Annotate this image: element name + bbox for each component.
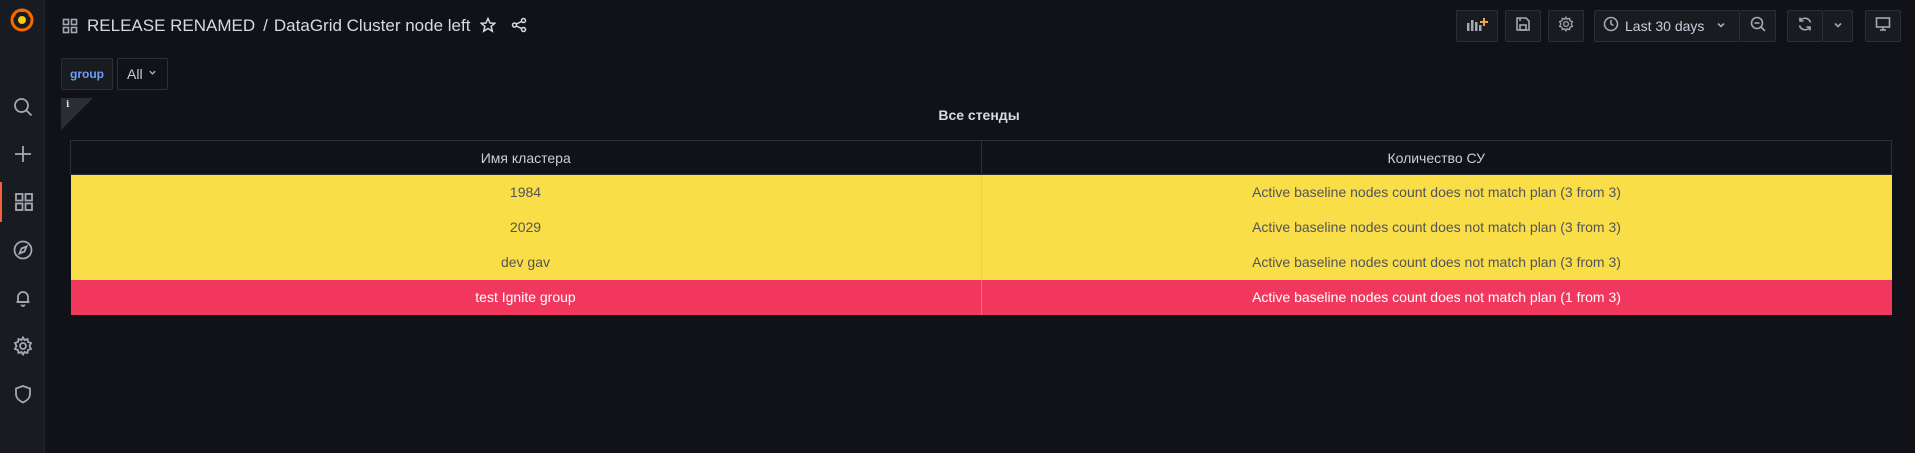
tv-mode-button[interactable]	[1865, 10, 1901, 42]
table-header-row: Имя кластера Количество СУ	[70, 140, 1892, 175]
time-range-label: Last 30 days	[1625, 18, 1705, 34]
top-bar: RELEASE RENAMED / DataGrid Cluster node le…	[45, 0, 1915, 52]
dashboard-title[interactable]: DataGrid Cluster node left	[274, 16, 471, 35]
variable-bar: group All	[61, 58, 168, 90]
dashboard-grid-icon	[62, 18, 78, 39]
save-dashboard-button[interactable]	[1505, 10, 1541, 42]
alerting-bell-icon[interactable]	[0, 278, 45, 318]
side-nav	[0, 0, 45, 453]
plus-icon[interactable]	[0, 134, 45, 174]
share-icon[interactable]	[511, 17, 527, 38]
chevron-down-icon	[1833, 17, 1843, 35]
refresh-interval-dropdown[interactable]	[1823, 10, 1853, 42]
variable-label-group: group	[61, 58, 113, 90]
cell-cluster-name: 2029	[70, 209, 981, 245]
column-header-cluster-name[interactable]: Имя кластера	[70, 140, 982, 175]
chevron-down-icon	[1716, 17, 1726, 35]
zoom-out-button[interactable]	[1740, 10, 1776, 42]
cell-cluster-name: dev gav	[70, 244, 981, 280]
variable-value: All	[127, 66, 143, 82]
cell-status: Active baseline nodes count does not mat…	[980, 279, 1892, 315]
shield-icon[interactable]	[0, 374, 45, 414]
dashboards-icon[interactable]	[0, 182, 45, 222]
zoom-out-icon	[1750, 16, 1766, 37]
cell-cluster-name: test Ignite group	[70, 279, 981, 315]
cell-cluster-name: 1984	[70, 174, 981, 210]
add-panel-button[interactable]	[1456, 10, 1498, 42]
breadcrumb-separator: /	[263, 16, 268, 35]
explore-compass-icon[interactable]	[0, 230, 45, 270]
column-header-count[interactable]: Количество СУ	[980, 140, 1892, 175]
table-panel: i Все стенды Имя кластера Количество СУ …	[61, 98, 1897, 318]
time-range-picker[interactable]: Last 30 days	[1594, 10, 1740, 42]
clock-icon	[1603, 16, 1619, 37]
table-row: 2029 Active baseline nodes count does no…	[70, 209, 1892, 245]
add-panel-icon	[1466, 16, 1488, 37]
cluster-table: Имя кластера Количество СУ 1984 Active b…	[70, 140, 1892, 315]
breadcrumb: RELEASE RENAMED / DataGrid Cluster node le…	[87, 16, 470, 36]
settings-gear-icon[interactable]	[0, 326, 45, 366]
breadcrumb-folder[interactable]: RELEASE RENAMED	[87, 16, 255, 35]
chevron-down-icon	[148, 68, 157, 80]
table-row: dev gav Active baseline nodes count does…	[70, 244, 1892, 280]
cell-status: Active baseline nodes count does not mat…	[980, 244, 1892, 280]
variable-select-group[interactable]: All	[117, 58, 168, 90]
table-row: 1984 Active baseline nodes count does no…	[70, 174, 1892, 210]
monitor-icon	[1875, 16, 1891, 37]
star-icon[interactable]	[479, 16, 497, 38]
cell-status: Active baseline nodes count does not mat…	[980, 174, 1892, 210]
refresh-button[interactable]	[1787, 10, 1823, 42]
panel-title[interactable]: Все стенды	[61, 107, 1897, 123]
save-icon	[1515, 16, 1531, 37]
refresh-icon	[1797, 16, 1813, 37]
gear-icon	[1558, 15, 1574, 37]
cell-status: Active baseline nodes count does not mat…	[980, 209, 1892, 245]
dashboard-settings-button[interactable]	[1548, 10, 1584, 42]
grafana-logo-icon[interactable]	[9, 7, 35, 33]
search-icon[interactable]	[0, 87, 45, 127]
table-row: test Ignite group Active baseline nodes …	[70, 279, 1892, 315]
